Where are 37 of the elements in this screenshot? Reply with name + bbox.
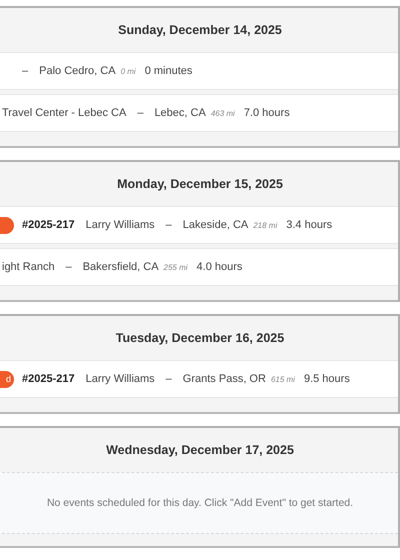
event-row[interactable]: ight Ranch – Bakersfield, CA 255 mi 4.0 hours: [0, 248, 398, 286]
event-row[interactable]: #2025-217 Larry Williams – Lakeside, CA 218 mi 3.4 hours: [0, 206, 398, 244]
event-destination: Bakersfield, CA: [82, 261, 159, 273]
event-duration: 4.0 hours: [196, 261, 242, 273]
event-destination: Grants Pass, OR: [182, 373, 266, 385]
event-duration: 7.0 hours: [244, 107, 290, 119]
order-number: #2025-217: [22, 219, 75, 231]
event-destination: Lebec, CA: [154, 107, 206, 119]
event-row[interactable]: – Palo Cedro, CA 0 mi 0 minutes: [0, 52, 398, 90]
order-number: #2025-217: [22, 373, 75, 385]
event-distance: 0 mi: [120, 66, 136, 76]
separator-dash: –: [137, 107, 144, 119]
event-distance: 615 mi: [270, 374, 295, 384]
event-duration: 9.5 hours: [304, 373, 350, 385]
event-origin: Larry Williams: [86, 219, 155, 231]
event-duration: 3.4 hours: [286, 219, 332, 231]
event-origin: ight Ranch: [2, 261, 55, 273]
day-title: Wednesday, December 17, 2025: [106, 443, 294, 457]
event-duration: 0 minutes: [144, 65, 192, 77]
event-row[interactable]: Travel Center - Lebec CA – Lebec, CA 463 mi 7.0 hours: [0, 94, 398, 132]
event-row[interactable]: d #2025-217 Larry Williams – Grants Pass, OR 615 mi 9.5 hours: [0, 360, 398, 398]
empty-message: No events scheduled for this day. Click "Add Event" to get started.: [46, 497, 354, 509]
event-distance: 255 mi: [164, 262, 188, 272]
separator-dash: –: [22, 65, 28, 77]
event-origin: Larry Williams: [86, 373, 155, 385]
separator-dash: –: [166, 373, 172, 385]
status-badge: d: [0, 370, 14, 388]
event-distance: 218 mi: [253, 220, 278, 230]
day-title: Monday, December 15, 2025: [117, 177, 283, 191]
day-title: Tuesday, December 16, 2025: [116, 331, 284, 345]
separator-dash: –: [166, 219, 172, 231]
event-destination: Lakeside, CA: [182, 219, 248, 231]
event-origin: Travel Center - Lebec CA: [2, 107, 126, 119]
event-destination: Palo Cedro, CA: [39, 65, 116, 77]
event-distance: 463 mi: [210, 108, 235, 118]
day-title: Sunday, December 14, 2025: [118, 23, 282, 37]
separator-dash: –: [66, 261, 72, 273]
